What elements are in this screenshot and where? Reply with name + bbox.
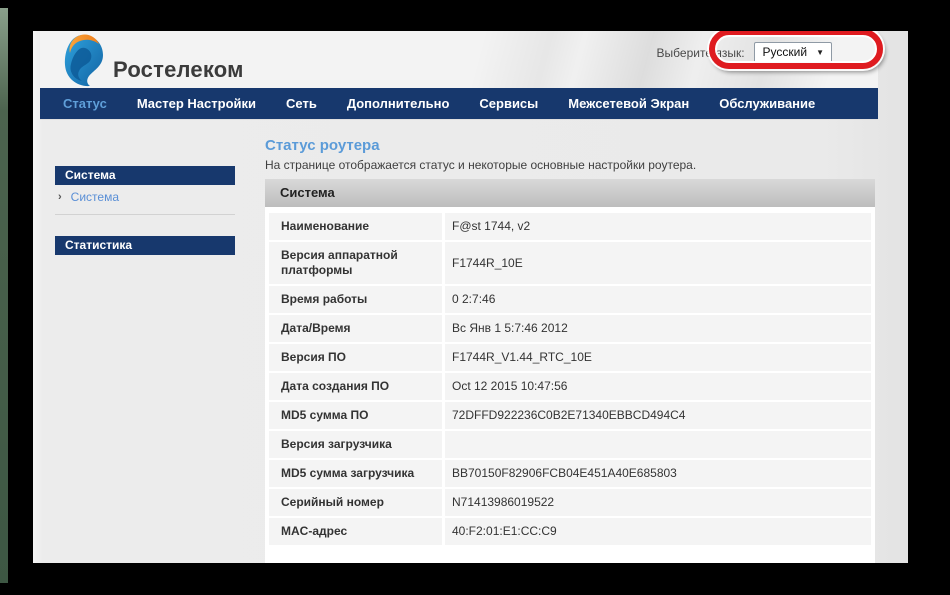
brand-name: Ростелеком — [113, 43, 244, 83]
row-label: MD5 сумма ПО — [269, 402, 442, 429]
row-label: Дата/Время — [269, 315, 442, 342]
main-nav: Статус Мастер Настройки Сеть Дополнитель… — [40, 88, 878, 120]
nav-item-wizard[interactable]: Мастер Настройки — [137, 96, 256, 111]
row-label: Наименование — [269, 213, 442, 240]
system-info-table: Наименование F@st 1744, v2 Версия аппара… — [265, 207, 875, 563]
row-value — [445, 439, 871, 451]
router-admin-page: Ростелеком Выберите язык: Русский ▼ Стат… — [33, 31, 908, 563]
table-row: Версия загрузчика — [269, 431, 871, 458]
chevron-down-icon: ▼ — [816, 48, 824, 57]
row-label: Версия ПО — [269, 344, 442, 371]
table-row: Серийный номер N71413986019522 — [269, 489, 871, 516]
sidebar-divider — [55, 214, 235, 215]
table-row: MAC-адрес 40:F2:01:E1:CC:C9 — [269, 518, 871, 545]
sidebar-section-system: Система — [55, 166, 235, 185]
row-value: 72DFFD922236C0B2E71340EBBCD494C4 — [445, 402, 871, 429]
nav-item-network[interactable]: Сеть — [286, 96, 317, 111]
table-row: MD5 сумма загрузчика BB70150F82906FCB04E… — [269, 460, 871, 487]
brand: Ростелеком — [60, 33, 244, 92]
row-label: MAC-адрес — [269, 518, 442, 545]
table-row: Время работы 0 2:7:46 — [269, 286, 871, 313]
language-selector: Выберите язык: Русский ▼ — [657, 42, 832, 63]
row-label: Серийный номер — [269, 489, 442, 516]
sidebar-section-statistics: Статистика — [55, 236, 235, 255]
table-section-header: Система — [265, 179, 875, 207]
page-title: Статус роутера — [265, 137, 380, 154]
table-row: Версия аппаратной платформы F1744R_10E — [269, 242, 871, 284]
sidebar-link-system[interactable]: Система — [71, 190, 119, 204]
nav-item-status[interactable]: Статус — [63, 96, 107, 111]
row-value: BB70150F82906FCB04E451A40E685803 — [445, 460, 871, 487]
page-description: На странице отображается статус и некото… — [265, 158, 696, 172]
row-label: Версия аппаратной платформы — [269, 242, 442, 284]
nav-item-maintenance[interactable]: Обслуживание — [719, 96, 815, 111]
site-header: Ростелеком Выберите язык: Русский ▼ — [40, 31, 878, 88]
nav-item-advanced[interactable]: Дополнительно — [347, 96, 450, 111]
row-value: Вс Янв 1 5:7:46 2012 — [445, 315, 871, 342]
table-row: Наименование F@st 1744, v2 — [269, 213, 871, 240]
rostelecom-logo-icon — [60, 33, 106, 92]
desktop-edge-strip — [0, 8, 8, 583]
row-value: F@st 1744, v2 — [445, 213, 871, 240]
row-value: Oct 12 2015 10:47:56 — [445, 373, 871, 400]
row-label: Дата создания ПО — [269, 373, 442, 400]
table-row: MD5 сумма ПО 72DFFD922236C0B2E71340EBBCD… — [269, 402, 871, 429]
row-label: MD5 сумма загрузчика — [269, 460, 442, 487]
row-value: F1744R_10E — [445, 250, 871, 277]
row-label: Версия загрузчика — [269, 431, 442, 458]
row-value: N71413986019522 — [445, 489, 871, 516]
sidebar-item-system[interactable]: › Система — [58, 190, 119, 204]
language-current-value: Русский — [763, 45, 808, 59]
row-value: 0 2:7:46 — [445, 286, 871, 313]
row-value: F1744R_V1.44_RTC_10E — [445, 344, 871, 371]
language-label: Выберите язык: — [657, 46, 745, 60]
table-row: Дата создания ПО Oct 12 2015 10:47:56 — [269, 373, 871, 400]
screenshot-stage: Ростелеком Выберите язык: Русский ▼ Стат… — [0, 0, 950, 595]
nav-item-firewall[interactable]: Межсетевой Экран — [568, 96, 689, 111]
row-value: 40:F2:01:E1:CC:C9 — [445, 518, 871, 545]
table-row: Дата/Время Вс Янв 1 5:7:46 2012 — [269, 315, 871, 342]
arrow-right-icon: › — [58, 191, 62, 203]
language-select[interactable]: Русский ▼ — [754, 42, 832, 63]
row-label: Время работы — [269, 286, 442, 313]
nav-item-services[interactable]: Сервисы — [479, 96, 538, 111]
table-row: Версия ПО F1744R_V1.44_RTC_10E — [269, 344, 871, 371]
